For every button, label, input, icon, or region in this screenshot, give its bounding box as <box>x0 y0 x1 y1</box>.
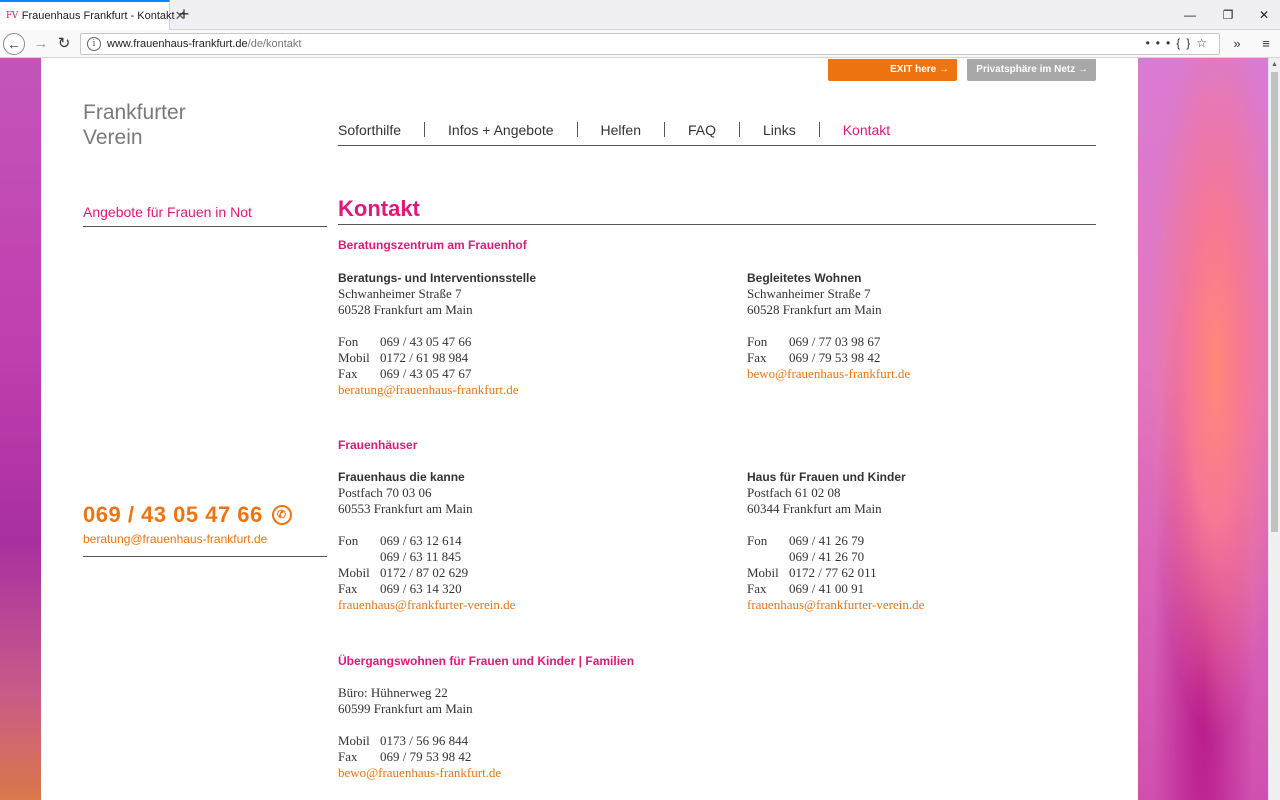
email-link[interactable]: bewo@frauenhaus-frankfurt.de <box>338 765 718 781</box>
contact-row: Fax 069 / 43 05 47 67 <box>338 366 472 381</box>
privacy-button[interactable]: Privatsphäre im Netz → <box>967 59 1096 81</box>
address-line: Schwanheimer Straße 7 <box>747 286 871 301</box>
page-viewport: EXIT here → Privatsphäre im Netz → Frank… <box>0 58 1268 800</box>
url-text: www.frauenhaus-frankfurt.de/de/kontakt <box>107 38 302 50</box>
address-line: 60528 Frankfurt am Main <box>338 302 473 317</box>
hotline-phone[interactable]: 069 / 43 05 47 66 ✆ <box>83 502 327 528</box>
nav-links[interactable]: Links <box>739 122 819 138</box>
nav-faq[interactable]: FAQ <box>664 122 739 138</box>
contact-row: Mobil 0172 / 61 98 984 <box>338 350 469 365</box>
contact-row: Fax 069 / 79 53 98 42 <box>338 749 472 764</box>
section-heading: Frauenhäuser <box>338 438 418 452</box>
forward-button[interactable]: → <box>30 33 52 55</box>
scroll-up-icon[interactable]: ▲ <box>1271 61 1278 68</box>
contact-row: Fax 069 / 63 14 320 <box>338 581 462 596</box>
window-close-icon[interactable]: ✕ <box>1246 0 1280 30</box>
address-line: Büro: Hühnerweg 22 <box>338 685 448 700</box>
contact-row: Mobil 0173 / 56 96 844 <box>338 733 469 748</box>
contact-row: Fax 069 / 41 00 91 <box>747 581 865 596</box>
contact-card: Haus für Frauen und Kinder Postfach 61 0… <box>747 469 1087 613</box>
sidebar-navigation: Angebote für Frauen in Not <box>83 204 327 227</box>
contact-row: Mobil 0172 / 77 62 011 <box>747 565 877 580</box>
email-link[interactable]: bewo@frauenhaus-frankfurt.de <box>747 366 1087 382</box>
bookmark-star-icon: ☆ <box>1196 36 1213 50</box>
nav-helfen[interactable]: Helfen <box>576 122 664 138</box>
contact-row: Fon 069 / 43 05 47 66 <box>338 334 472 349</box>
contact-row: Fon 069 / 41 26 79 <box>747 533 865 548</box>
card-name: Beratungs- und Interventionsstelle <box>338 271 537 285</box>
address-line: Postfach 70 03 06 <box>338 485 432 500</box>
address-line: 60553 Frankfurt am Main <box>338 501 473 516</box>
sidebar-contact: 069 / 43 05 47 66 ✆ beratung@frauenhaus-… <box>83 502 327 557</box>
page-content: EXIT here → Privatsphäre im Netz → Frank… <box>41 58 1138 800</box>
navigation-bar: ← → ↻ i www.frauenhaus-frankfurt.de/de/k… <box>0 30 1280 58</box>
site-logo[interactable]: Frankfurter Verein <box>83 100 186 150</box>
address-line: 60344 Frankfurt am Main <box>747 501 882 516</box>
hotline-email[interactable]: beratung@frauenhaus-frankfurt.de <box>83 532 327 546</box>
site-favicon-icon: FV <box>6 11 18 21</box>
contact-row: Fon 069 / 63 12 614 <box>338 533 462 548</box>
address-bar[interactable]: i www.frauenhaus-frankfurt.de/de/kontakt… <box>80 33 1220 55</box>
card-name: Haus für Frauen und Kinder <box>747 470 906 484</box>
contact-card: Beratungs- und Interventionsstelle Schwa… <box>338 270 718 398</box>
page-actions[interactable]: •••{}☆ <box>1146 36 1213 50</box>
tab-bar: FV Frauenhaus Frankfurt - Kontakt ✕ + — … <box>0 0 1280 30</box>
phone-icon: ✆ <box>271 505 292 525</box>
contact-row: Fon 069 / 77 03 98 67 <box>747 334 881 349</box>
contact-card: Frauenhaus die kanne Postfach 70 03 06 6… <box>338 469 718 613</box>
contact-row: Fax 069 / 79 53 98 42 <box>747 350 881 365</box>
nav-kontakt[interactable]: Kontakt <box>818 122 913 138</box>
card-name: Frauenhaus die kanne <box>338 470 465 484</box>
hamburger-menu-icon[interactable]: ≡ <box>1256 33 1276 55</box>
sidebar-link-angebote[interactable]: Angebote für Frauen in Not <box>83 204 252 220</box>
section-heading: Übergangswohnen für Frauen und Kinder | … <box>338 654 635 668</box>
address-line: 60528 Frankfurt am Main <box>747 302 882 317</box>
back-button[interactable]: ← <box>3 33 25 55</box>
minimize-icon[interactable]: — <box>1172 0 1208 30</box>
exit-button[interactable]: EXIT here → <box>828 59 957 81</box>
vertical-scrollbar[interactable]: ▲ <box>1268 58 1280 800</box>
nav-infos-angebote[interactable]: Infos + Angebote <box>424 122 576 138</box>
arrow-right-icon: → <box>939 64 949 75</box>
card-name: Begleitetes Wohnen <box>747 271 862 285</box>
email-link[interactable]: beratung@frauenhaus-frankfurt.de <box>338 382 718 398</box>
section-heading: Beratungszentrum am Frauenhof <box>338 238 527 252</box>
scrollbar-thumb[interactable] <box>1271 72 1278 532</box>
site-info-icon[interactable]: i <box>87 37 101 51</box>
reload-button[interactable]: ↻ <box>53 33 75 55</box>
page-title: Kontakt <box>338 196 1096 225</box>
new-tab-button[interactable]: + <box>175 4 193 24</box>
contact-card: Begleitetes Wohnen Schwanheimer Straße 7… <box>747 270 1087 382</box>
restore-icon[interactable]: ❐ <box>1210 0 1246 30</box>
contact-card: Büro: Hühnerweg 22 60599 Frankfurt am Ma… <box>338 685 718 781</box>
address-line: Postfach 61 02 08 <box>747 485 841 500</box>
background-right <box>1138 58 1268 800</box>
tab-title: Frauenhaus Frankfurt - Kontakt <box>21 10 175 22</box>
background-left <box>0 58 41 800</box>
email-link[interactable]: frauenhaus@frankfurter-verein.de <box>338 597 718 613</box>
address-line: Schwanheimer Straße 7 <box>338 286 462 301</box>
email-link[interactable]: frauenhaus@frankfurter-verein.de <box>747 597 1087 613</box>
reader-view-icon: {} <box>1176 36 1197 50</box>
nav-soforthilfe[interactable]: Soforthilfe <box>338 122 424 138</box>
overflow-menu-icon[interactable]: » <box>1227 33 1247 55</box>
contact-row: 069 / 63 11 845 <box>380 549 462 564</box>
address-line: 60599 Frankfurt am Main <box>338 701 473 716</box>
contact-row: 069 / 41 26 70 <box>789 549 865 564</box>
contact-row: Mobil 0172 / 87 02 629 <box>338 565 469 580</box>
main-navigation: Soforthilfe Infos + Angebote Helfen FAQ … <box>338 122 1096 146</box>
more-actions-icon: ••• <box>1145 36 1177 50</box>
browser-tab[interactable]: FV Frauenhaus Frankfurt - Kontakt ✕ <box>0 0 186 30</box>
arrow-right-icon: → <box>1078 64 1088 75</box>
